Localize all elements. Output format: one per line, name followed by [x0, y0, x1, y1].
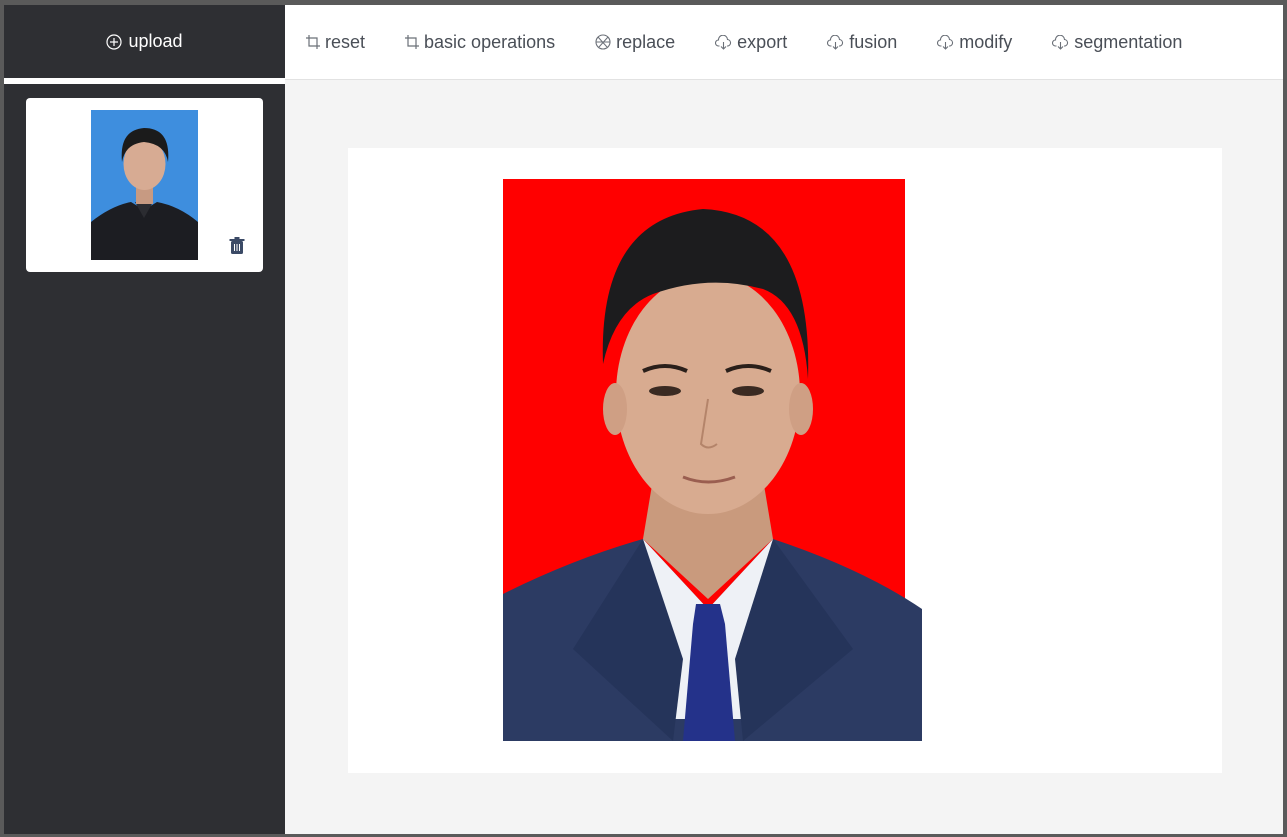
basic-operations-button[interactable]: basic operations [405, 32, 555, 53]
crop-icon [405, 35, 420, 49]
modify-label: modify [959, 31, 1013, 52]
cloud-download-icon [937, 34, 954, 50]
cloud-download-icon [827, 34, 844, 50]
plus-circle-icon [106, 33, 123, 50]
reset-button[interactable]: reset [306, 32, 365, 53]
cloud-download-icon [715, 34, 732, 50]
upload-button[interactable]: upload [4, 5, 285, 78]
cloud-download-icon [1052, 34, 1069, 50]
canvas-area [348, 148, 1222, 773]
aperture-icon [595, 34, 611, 50]
thumbnail-image[interactable] [91, 110, 198, 260]
sidebar-divider [4, 78, 285, 84]
segmentation-button[interactable]: segmentation [1052, 32, 1182, 53]
main-photo[interactable] [503, 179, 922, 741]
export-label: export [737, 31, 788, 52]
modify-button[interactable]: modify [937, 32, 1012, 53]
app-window: upload reset basic operations replace ex… [4, 5, 1283, 834]
fusion-label: fusion [849, 31, 898, 52]
sidebar: upload [4, 5, 285, 834]
replace-button[interactable]: replace [595, 32, 675, 53]
basic-operations-label: basic operations [424, 31, 556, 52]
upload-label: upload [128, 31, 183, 51]
fusion-button[interactable]: fusion [827, 32, 897, 53]
replace-label: replace [616, 31, 676, 52]
export-button[interactable]: export [715, 32, 787, 53]
reset-label: reset [325, 31, 366, 52]
segmentation-label: segmentation [1074, 31, 1183, 52]
thumbnail-card[interactable] [26, 98, 263, 272]
trash-icon[interactable] [229, 237, 245, 255]
crop-icon [306, 35, 320, 49]
toolbar: reset basic operations replace export fu… [285, 5, 1283, 80]
